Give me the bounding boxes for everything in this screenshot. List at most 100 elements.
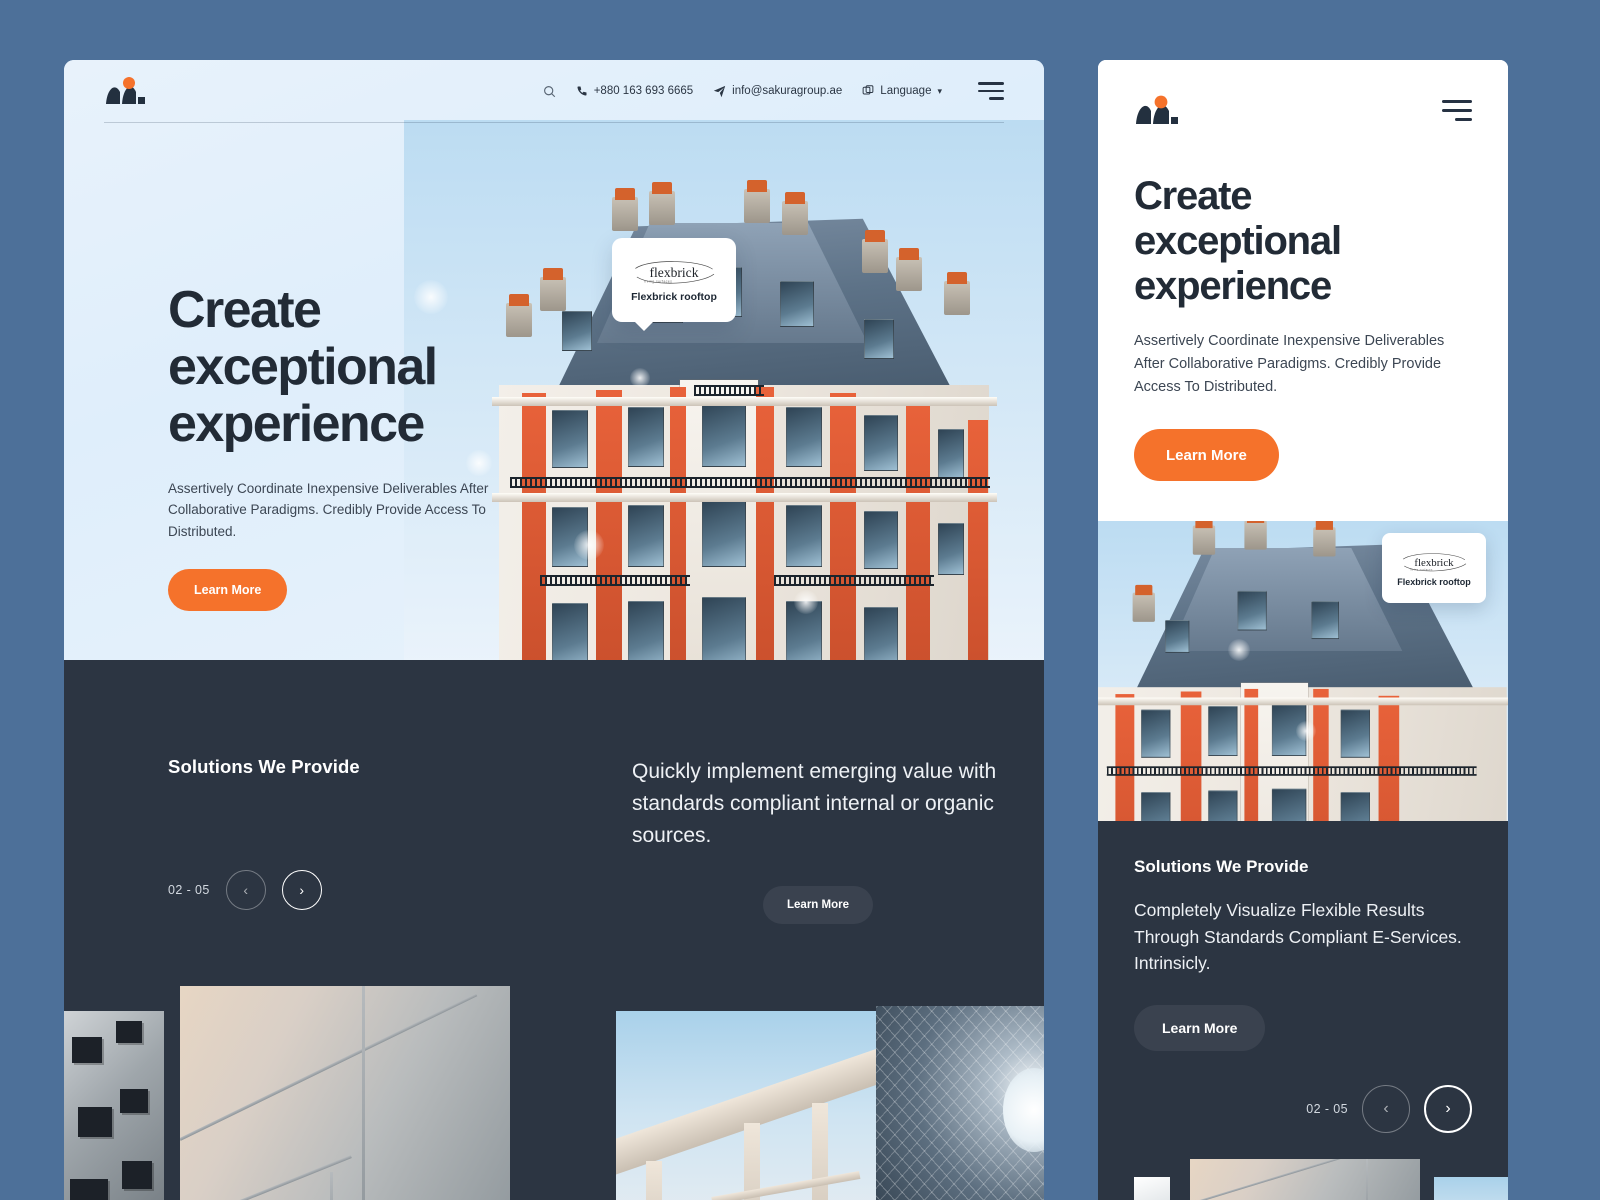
flexbrick-caption: Flexbrick rooftop [1397, 576, 1471, 587]
mobile-solutions-pager: 02 - 05 ‹ › [1134, 1084, 1472, 1133]
pager-next-button[interactable]: › [281, 870, 322, 910]
dormer-window [864, 319, 894, 359]
flexbrick-badge[interactable]: flexbrick living surfaces Flexbrick roof… [612, 238, 736, 331]
email-address: info@sakuragroup.ae [732, 85, 843, 97]
facade-stripe [1244, 689, 1259, 822]
facade-stripe [830, 393, 856, 660]
mobile-hero-learn-more-button[interactable]: Learn More [1134, 429, 1279, 482]
facade-window [786, 505, 822, 567]
hamburger-icon[interactable] [978, 82, 1004, 100]
sakura-logo[interactable] [1134, 94, 1180, 126]
facade-window [552, 603, 588, 660]
mobile-building-photo: flexbrick living surfaces Flexbrick roof… [1098, 521, 1508, 822]
mobile-page-title: Create exceptional experience [1134, 174, 1472, 308]
chimney [612, 188, 638, 231]
facade-stripe [968, 420, 988, 660]
pager-next-button[interactable]: › [1424, 1084, 1472, 1133]
facade-window [552, 507, 588, 567]
facade-window [938, 429, 964, 479]
gallery-image-concrete-facade[interactable] [64, 1010, 164, 1200]
facade-window [702, 403, 746, 467]
phone-icon [577, 86, 587, 96]
cornice [492, 397, 997, 406]
hero-learn-more-button[interactable]: Learn More [168, 569, 288, 612]
solutions-title: Solutions We Provide [168, 756, 360, 777]
flexbrick-caption: Flexbrick rooftop [631, 291, 717, 303]
svg-text:flexbrick: flexbrick [1414, 557, 1454, 569]
solutions-right-column: Quickly implement emerging value with st… [570, 756, 1004, 924]
phone-link[interactable]: +880 163 693 6665 [576, 85, 693, 97]
balcony-railing [1106, 766, 1477, 776]
desktop-nav-right: +880 163 693 6665 info@sakuragroup.ae La… [543, 82, 1004, 100]
desktop-solutions-section: Solutions We Provide 02 - 05 ‹ › Quickly… [64, 660, 1044, 1200]
dormer-window [1311, 601, 1339, 640]
sakura-logo[interactable] [104, 76, 146, 106]
heading-line-2: exceptional [168, 338, 438, 397]
facade-window [1141, 792, 1171, 822]
solutions-lead: Quickly implement emerging value with st… [632, 760, 997, 847]
language-selector[interactable]: Language ▾ [862, 85, 942, 97]
solutions-title: Solutions We Provide [1134, 857, 1309, 877]
balcony-railing [540, 575, 690, 586]
angular-roofline-art [180, 985, 510, 1200]
heading-line-3: experience [168, 395, 425, 454]
concrete-facade-art [64, 1010, 164, 1200]
facade-window [1208, 706, 1238, 757]
svg-text:flexbrick: flexbrick [650, 265, 699, 280]
balcony-railing [694, 385, 764, 396]
dormer-window [562, 311, 592, 351]
chimney [744, 180, 770, 223]
heading-line-3: experience [1134, 263, 1332, 308]
heading-line-1: Create [1134, 174, 1253, 218]
hamburger-icon[interactable] [1442, 99, 1472, 121]
gallery-image-canopy-structure[interactable] [1434, 1176, 1508, 1200]
facade-stripe [1378, 695, 1400, 822]
mobile-topbar [1134, 94, 1472, 126]
dormer-window [1165, 620, 1190, 653]
send-icon [713, 85, 726, 97]
facade-window [628, 505, 664, 567]
facade-window [1271, 788, 1307, 822]
email-link[interactable]: info@sakuragroup.ae [713, 85, 842, 98]
chimney [1244, 521, 1267, 550]
mobile-solutions-section: Solutions We Provide Completely Visualiz… [1098, 821, 1508, 1200]
gallery-image-canopy-structure[interactable] [616, 1010, 876, 1200]
facade-window [1208, 790, 1238, 822]
search-icon[interactable] [543, 85, 556, 98]
dormer-window [780, 281, 814, 327]
chimney [944, 272, 970, 315]
facade-stripe [596, 390, 622, 660]
facade-window [786, 601, 822, 660]
facade-window [628, 407, 664, 467]
facade-stripe [906, 405, 930, 660]
pager-count: 02 - 05 [1306, 1101, 1348, 1116]
chimney [896, 248, 922, 291]
facade-window [1340, 792, 1370, 822]
gallery-image-concrete-facade[interactable] [1134, 1176, 1170, 1200]
gallery-image-angular-roofline[interactable] [1190, 1158, 1420, 1200]
flexbrick-badge[interactable]: flexbrick living surfaces Flexbrick roof… [1382, 533, 1486, 604]
solutions-left-column: Solutions We Provide 02 - 05 ‹ › [104, 756, 570, 924]
mobile-solutions-learn-more-button[interactable]: Learn More [1134, 1004, 1266, 1051]
facade-window [552, 410, 588, 468]
facade-window [628, 601, 664, 660]
mobile-hero-paragraph: Assertively Coordinate Inexpensive Deliv… [1134, 333, 1445, 396]
desktop-hero-section: +880 163 693 6665 info@sakuragroup.ae La… [64, 60, 1044, 660]
facade-window [1271, 704, 1307, 757]
heading-line-2: exceptional [1134, 218, 1342, 263]
gallery-image-angular-roofline[interactable] [180, 985, 510, 1200]
pager-prev-button[interactable]: ‹ [1362, 1084, 1410, 1133]
facade-stripe [1115, 694, 1135, 822]
gallery-image-glass-dome[interactable] [876, 1005, 1044, 1200]
pager-prev-button[interactable]: ‹ [225, 870, 266, 910]
cornice [492, 493, 997, 502]
facade-window [702, 501, 746, 567]
solutions-learn-more-button[interactable]: Learn More [763, 885, 873, 924]
cornice [1098, 697, 1508, 706]
glass-dome-art [876, 1005, 1044, 1200]
mobile-mockup: Create exceptional experience Assertivel… [1098, 60, 1508, 1200]
desktop-topbar: +880 163 693 6665 info@sakuragroup.ae La… [64, 60, 1044, 122]
language-label: Language [880, 85, 932, 97]
globe-icon [862, 85, 874, 95]
solutions-pager: 02 - 05 ‹ › [168, 870, 570, 910]
